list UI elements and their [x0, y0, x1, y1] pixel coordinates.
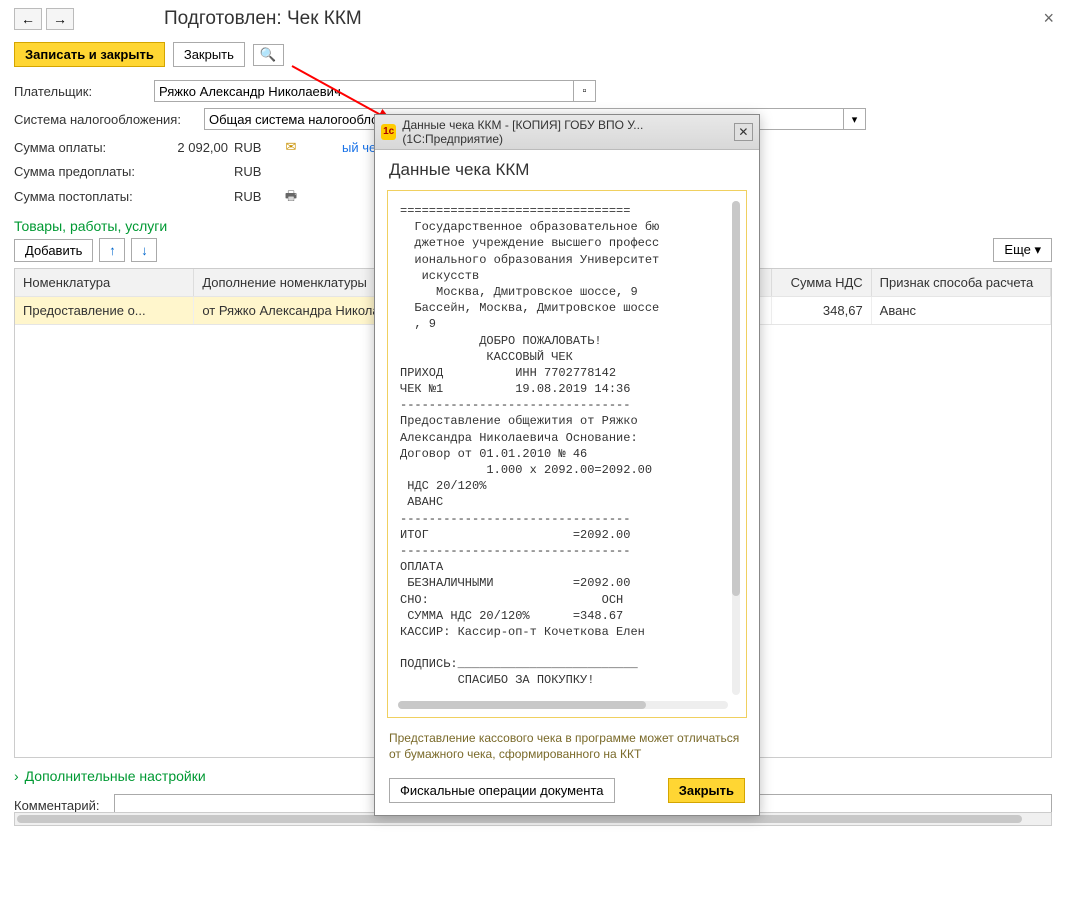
dialog-heading: Данные чека ККМ	[375, 150, 759, 186]
receipt-text: ================================ Государ…	[400, 203, 734, 689]
move-up-button[interactable]: ↑	[99, 238, 125, 262]
close-icon[interactable]: ×	[1043, 8, 1054, 29]
postpay-currency: RUB	[234, 189, 274, 204]
envelope-icon[interactable]: ✉	[280, 136, 302, 158]
close-button[interactable]: Закрыть	[173, 42, 245, 67]
add-button[interactable]: Добавить	[14, 239, 93, 262]
cell-method: Аванс	[872, 297, 1051, 324]
tax-label: Система налогообложения:	[14, 112, 204, 127]
receipt-hscroll[interactable]	[398, 701, 728, 709]
col-nomenclature[interactable]: Номенклатура	[15, 269, 194, 296]
prepay-label: Сумма предоплаты:	[14, 164, 154, 179]
pay-amount-label: Сумма оплаты:	[14, 140, 154, 155]
receipt-box: ================================ Государ…	[387, 190, 747, 718]
pay-currency: RUB	[234, 140, 274, 155]
postpay-label: Сумма постоплаты:	[14, 189, 154, 204]
print-icon[interactable]: 🖶	[280, 185, 302, 207]
save-close-button[interactable]: Записать и закрыть	[14, 42, 165, 67]
preview-button[interactable]: 🔍	[253, 44, 284, 66]
nav-back-button[interactable]: ←	[14, 8, 42, 30]
tax-dropdown-button[interactable]: ▾	[844, 108, 866, 130]
dialog-titlebar-text: Данные чека ККМ - [КОПИЯ] ГОБУ ВПО У... …	[402, 118, 733, 146]
prepay-currency: RUB	[234, 164, 274, 179]
payer-open-button[interactable]: ▫	[574, 80, 596, 102]
pay-amount-value: 2 092,00	[154, 140, 234, 155]
receipt-dialog: 1c Данные чека ККМ - [КОПИЯ] ГОБУ ВПО У.…	[374, 114, 760, 816]
app-icon: 1c	[381, 124, 396, 140]
page-title: Подготовлен: Чек ККМ	[164, 8, 362, 30]
dialog-note: Представление кассового чека в программе…	[375, 722, 759, 772]
cell-vat: 348,67	[772, 297, 872, 324]
cell-nomenclature: Предоставление о...	[15, 297, 194, 324]
payer-label: Плательщик:	[14, 84, 154, 99]
fiscal-operations-button[interactable]: Фискальные операции документа	[389, 778, 615, 803]
dialog-titlebar[interactable]: 1c Данные чека ККМ - [КОПИЯ] ГОБУ ВПО У.…	[375, 115, 759, 150]
col-vat[interactable]: Сумма НДС	[772, 269, 872, 296]
nav-forward-button[interactable]: →	[46, 8, 74, 30]
receipt-vscroll[interactable]	[732, 201, 740, 695]
payer-input[interactable]	[154, 80, 574, 102]
comment-label: Комментарий:	[14, 798, 114, 813]
dialog-close-icon[interactable]: ✕	[734, 123, 753, 141]
col-method[interactable]: Признак способа расчета	[872, 269, 1051, 296]
move-down-button[interactable]: ↓	[131, 238, 157, 262]
dialog-close-button[interactable]: Закрыть	[668, 778, 745, 803]
more-button[interactable]: Еще ▾	[993, 238, 1052, 262]
